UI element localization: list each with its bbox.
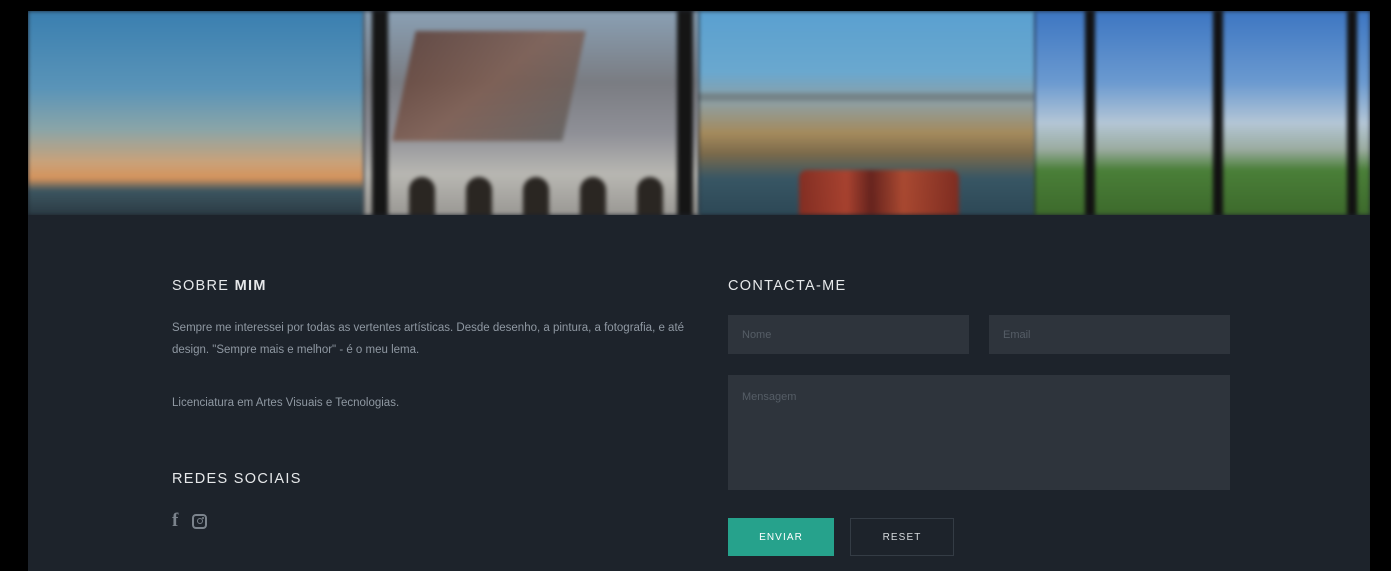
email-input[interactable] [989, 315, 1230, 354]
instagram-icon[interactable] [192, 513, 208, 529]
reset-button[interactable]: RESET [850, 518, 954, 556]
social-title: REDES SOCIAIS [172, 471, 302, 487]
photo-banner [28, 11, 1370, 215]
photo-building-courtyard [363, 11, 699, 215]
contact-title: CONTACTA-ME [728, 278, 847, 294]
facebook-icon[interactable]: f [172, 511, 178, 531]
name-input[interactable] [728, 315, 969, 354]
photo-sunset-sea [28, 11, 364, 215]
photo-window-view [1034, 11, 1370, 215]
message-textarea[interactable] [728, 375, 1230, 490]
social-links: f [172, 511, 208, 531]
about-title-light: SOBRE [172, 278, 230, 294]
about-degree: Licenciatura em Artes Visuais e Tecnolog… [172, 397, 400, 409]
about-title-bold: MIM [234, 278, 267, 294]
about-title: SOBRE MIM [172, 278, 267, 294]
about-description: Sempre me interessei por todas as verten… [172, 322, 685, 356]
page-frame: SOBRE MIM Sempre me interessei por todas… [28, 11, 1370, 571]
photo-river-bridge [699, 11, 1035, 215]
send-button[interactable]: ENVIAR [728, 518, 834, 556]
